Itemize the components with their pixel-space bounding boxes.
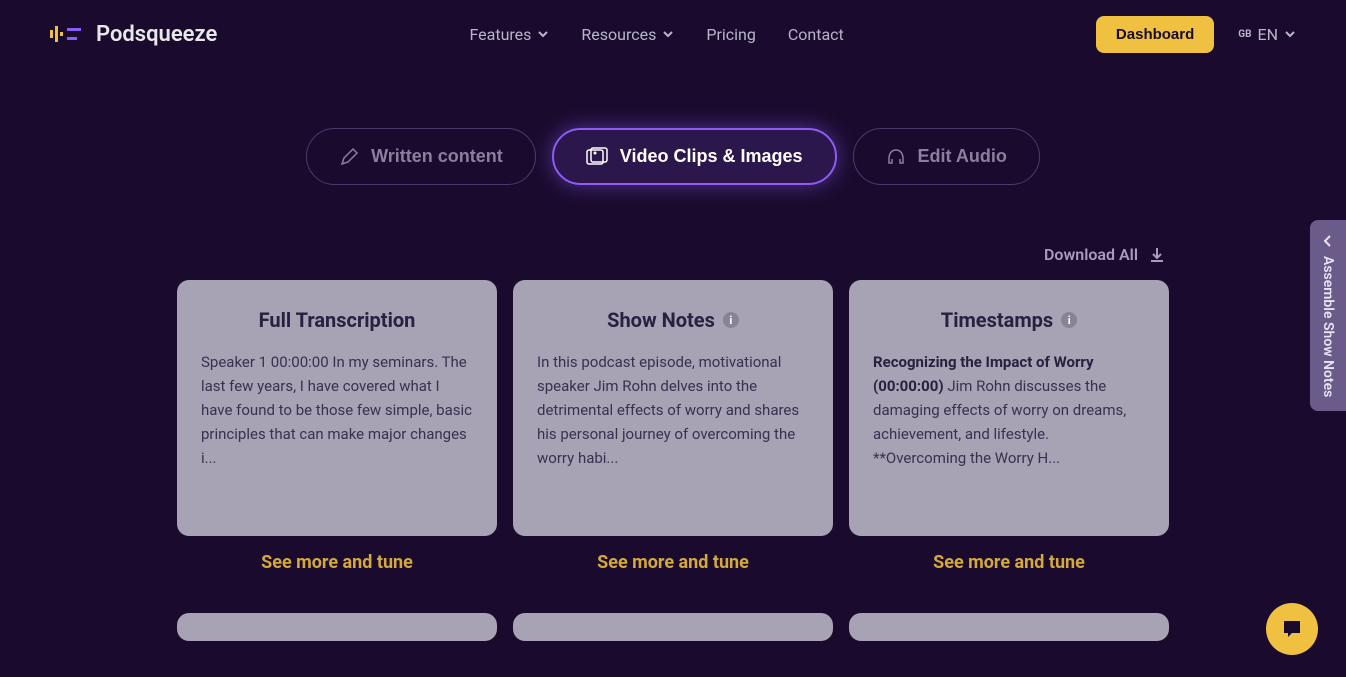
chevron-left-icon	[1321, 234, 1335, 248]
nav-center: Features Resources Pricing Contact	[469, 25, 843, 44]
card-placeholder[interactable]	[177, 613, 497, 641]
side-tab-assemble[interactable]: Assemble Show Notes	[1310, 220, 1346, 411]
lang-code: GB	[1238, 29, 1251, 40]
pencil-icon	[339, 147, 359, 167]
nav-pricing-label: Pricing	[706, 25, 756, 44]
card-title-text: Timestamps	[941, 308, 1053, 332]
nav-right: Dashboard GB EN	[1096, 16, 1296, 53]
card-title: Full Transcription	[201, 308, 473, 332]
tab-audio-label: Edit Audio	[918, 146, 1007, 167]
card-shownotes[interactable]: Show Notes i In this podcast episode, mo…	[513, 280, 833, 536]
side-tab-label: Assemble Show Notes	[1320, 256, 1336, 397]
language-selector[interactable]: GB EN	[1238, 25, 1296, 44]
nav-contact-label: Contact	[788, 25, 844, 44]
nav-features-label: Features	[469, 25, 531, 44]
card-wrapper-timestamps: Timestamps i Recognizing the Impact of W…	[849, 280, 1169, 573]
pill-tabs: Written content Video Clips & Images Edi…	[0, 128, 1346, 185]
chat-bubble-button[interactable]	[1266, 603, 1318, 655]
card-body: Speaker 1 00:00:00 In my seminars. The l…	[201, 350, 473, 470]
chat-icon	[1280, 617, 1304, 641]
download-all-label: Download All	[1044, 245, 1138, 264]
info-icon[interactable]: i	[723, 312, 739, 328]
cards-grid-lower	[0, 613, 1346, 641]
chevron-down-icon	[1284, 28, 1296, 40]
card-transcription[interactable]: Full Transcription Speaker 1 00:00:00 In…	[177, 280, 497, 536]
download-all-button[interactable]: Download All	[0, 245, 1166, 264]
tab-video-clips[interactable]: Video Clips & Images	[552, 128, 837, 185]
main-content: Written content Video Clips & Images Edi…	[0, 68, 1346, 641]
info-icon[interactable]: i	[1061, 312, 1077, 328]
card-placeholder[interactable]	[513, 613, 833, 641]
card-body: In this podcast episode, motivational sp…	[537, 350, 809, 470]
image-icon	[586, 147, 608, 167]
tab-written-label: Written content	[371, 146, 503, 167]
nav-resources-label: Resources	[581, 25, 656, 44]
nav-pricing[interactable]: Pricing	[706, 25, 756, 44]
header: Podsqueeze Features Resources Pricing Co…	[0, 0, 1346, 68]
card-title: Show Notes i	[537, 308, 809, 332]
card-title-text: Show Notes	[607, 308, 715, 332]
nav-features[interactable]: Features	[469, 25, 549, 44]
logo[interactable]: Podsqueeze	[50, 22, 217, 47]
nav-contact[interactable]: Contact	[788, 25, 844, 44]
card-wrapper-shownotes: Show Notes i In this podcast episode, mo…	[513, 280, 833, 573]
headphones-icon	[886, 147, 906, 167]
card-timestamps[interactable]: Timestamps i Recognizing the Impact of W…	[849, 280, 1169, 536]
download-icon	[1148, 246, 1166, 264]
chevron-down-icon	[537, 28, 549, 40]
card-title-text: Full Transcription	[259, 308, 416, 332]
lang-text: EN	[1257, 25, 1278, 44]
dashboard-button[interactable]: Dashboard	[1096, 16, 1214, 53]
cards-grid: Full Transcription Speaker 1 00:00:00 In…	[0, 280, 1346, 573]
tab-edit-audio[interactable]: Edit Audio	[853, 128, 1040, 185]
card-title: Timestamps i	[873, 308, 1145, 332]
see-more-link[interactable]: See more and tune	[597, 552, 749, 573]
card-body: Recognizing the Impact of Worry (00:00:0…	[873, 350, 1145, 470]
nav-resources[interactable]: Resources	[581, 25, 674, 44]
tab-written-content[interactable]: Written content	[306, 128, 536, 185]
logo-icon	[50, 22, 86, 46]
card-placeholder[interactable]	[849, 613, 1169, 641]
card-wrapper-transcription: Full Transcription Speaker 1 00:00:00 In…	[177, 280, 497, 573]
see-more-link[interactable]: See more and tune	[261, 552, 413, 573]
logo-text: Podsqueeze	[96, 22, 217, 47]
see-more-link[interactable]: See more and tune	[933, 552, 1085, 573]
tab-video-label: Video Clips & Images	[620, 146, 803, 167]
chevron-down-icon	[662, 28, 674, 40]
